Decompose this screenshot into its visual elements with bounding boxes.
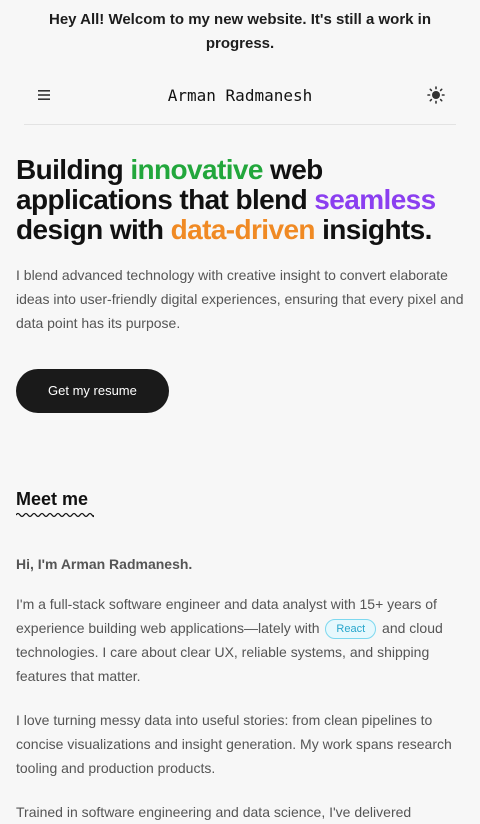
sun-icon: [427, 86, 445, 104]
headline-part: design with: [16, 214, 171, 245]
about-paragraph: I love turning messy data into useful st…: [16, 712, 452, 776]
squiggle-underline: [16, 512, 94, 518]
greeting: Hi, I'm Arman Radmanesh.: [16, 556, 193, 572]
hero-description: I blend advanced technology with creativ…: [16, 267, 464, 331]
about-paragraph: Trained in software engineering and data…: [16, 804, 412, 820]
headline-part: insights.: [314, 214, 432, 245]
headline-highlight-data-driven: data-driven: [170, 214, 316, 245]
section-heading: Meet me: [16, 489, 94, 518]
announcement-banner: Hey All! Welcom to my new website. It's …: [49, 11, 431, 52]
get-resume-button[interactable]: Get my resume: [16, 369, 169, 413]
about-section: Meet me Hi, I'm Arman Radmanesh. I'm a f…: [0, 413, 480, 824]
headline-part: Building: [16, 154, 131, 185]
theme-toggle-button[interactable]: [416, 75, 456, 115]
react-tag: React: [325, 619, 377, 640]
section-heading-text: Meet me: [16, 489, 89, 509]
hero-section: Building innovative web applications tha…: [0, 155, 480, 413]
site-brand: Arman Radmanesh: [167, 85, 313, 105]
headline-highlight-seamless: seamless: [314, 184, 436, 215]
menu-icon: [38, 90, 50, 100]
about-paragraph: I'm a full-stack software engineer and d…: [16, 592, 464, 688]
hero-headline: Building innovative web applications tha…: [16, 155, 464, 245]
menu-button[interactable]: [24, 75, 64, 115]
top-navbar: Arman Radmanesh: [24, 66, 456, 125]
headline-highlight-innovative: innovative: [130, 154, 263, 185]
